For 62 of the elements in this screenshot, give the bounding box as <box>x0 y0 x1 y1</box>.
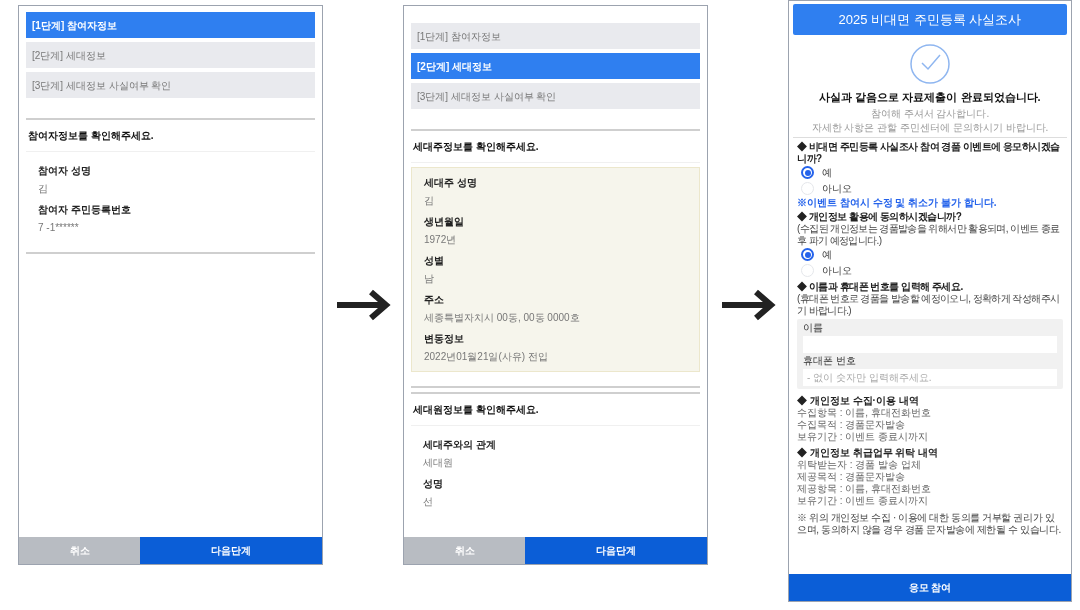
info-message: 참여해 주셔서 감사합니다. <box>870 106 990 120</box>
detail-line: 보유기간 : 이벤트 종료시까지 <box>797 430 930 443</box>
field-label: 주소 <box>424 293 445 307</box>
option-label: 예 <box>822 248 832 261</box>
section-heading: 세대주정보를 확인해주세요. <box>411 131 700 163</box>
detail-line: 수집목적 : 경품문자발송 <box>797 418 907 431</box>
detail-line: 수집항목 : 이름, 휴대전화번호 <box>797 406 932 419</box>
footnote: ※ 위의 개인정보 수집 · 이용에 대한 동의를 거부할 권리가 있으며, 동의하지 않을 경우 경품 문자발송에 제한될 수 있습니다. <box>797 511 1062 536</box>
next-button[interactable]: 다음단계 <box>525 537 707 564</box>
detail-heading: ◆ 개인정보 수집·이용 내역 <box>797 394 920 407</box>
page-header: 2025 비대면 주민등록 사실조사 <box>793 4 1067 35</box>
step-tab[interactable]: [1단계] 참여자정보 <box>411 23 700 49</box>
section-heading: 세대원정보를 확인해주세요. <box>411 394 700 426</box>
arrow-icon <box>335 288 391 322</box>
field-value: 7 -1****** <box>38 221 80 235</box>
step-tab[interactable]: [2단계] 세대정보 <box>26 42 315 68</box>
option-label: 아니오 <box>822 182 852 195</box>
field-value: 세대원 <box>423 456 454 470</box>
question-note: (휴대폰 번호로 경품을 발송할 예정이오니, 정확하게 작성해주시기 바랍니다.) <box>797 292 1061 317</box>
detail-line: 위탁받는자 : 경품 발송 업체 <box>797 458 922 471</box>
option-label: 아니오 <box>822 264 852 277</box>
detail-line: 제공항목 : 이름, 휴대전화번호 <box>797 482 932 495</box>
field-value: 1972년 <box>424 233 458 247</box>
input-field[interactable]: - 없이 숫자만 입력해주세요. <box>803 368 1057 386</box>
info-message: 자세한 사항은 관할 주민센터에 문의하시기 바랍니다. <box>811 120 1049 134</box>
field-value: 2022년01월21일(사유) 전입 <box>424 350 549 364</box>
question-text: ◆ 개인정보 활용에 동의하시겠습니까? <box>797 210 963 223</box>
step-tab[interactable]: [2단계] 세대정보 <box>411 53 700 79</box>
step-tab[interactable]: [1단계] 참여자정보 <box>26 12 315 38</box>
step-tab[interactable]: [3단계] 세대정보 사실여부 확인 <box>26 72 315 98</box>
radio-button[interactable] <box>801 166 814 179</box>
field-label: 참여자 성명 <box>38 164 92 178</box>
field-value: 세종특별자치시 00동, 00동 0000호 <box>424 311 581 325</box>
detail-heading: ◆ 개인정보 취급업무 위탁 내역 <box>797 446 940 459</box>
next-button[interactable]: 다음단계 <box>140 537 322 564</box>
field-value: 김 <box>424 194 435 208</box>
warning-text: ※이벤트 참여시 수정 및 취소가 불가 합니다. <box>797 196 998 209</box>
field-value: 선 <box>423 495 434 509</box>
input-label: 이름 <box>803 321 824 334</box>
arrow-icon <box>720 288 776 322</box>
field-label: 변동정보 <box>424 332 465 346</box>
field-label: 세대주 성명 <box>424 176 478 190</box>
question-note: (수집된 개인정보는 경품발송을 위해서만 활용되며, 이벤트 종료 후 파기 예정입니다.) <box>797 222 1061 247</box>
option-label: 예 <box>822 166 832 179</box>
completion-title: 사실과 같음으로 자료제출이 완료되었습니다. <box>819 90 1041 105</box>
field-label: 성명 <box>423 477 444 491</box>
radio-button[interactable] <box>801 248 814 261</box>
check-circle-icon <box>909 43 951 85</box>
question-text: ◆ 비대면 주민등록 사실조사 참여 경품 이벤트에 응모하시겠습니까? <box>797 140 1061 165</box>
field-label: 생년월일 <box>424 215 465 229</box>
field-value: 김 <box>38 182 49 196</box>
apply-button[interactable]: 응모 참여 <box>789 574 1071 601</box>
section-heading: 참여자정보를 확인해주세요. <box>26 120 315 152</box>
input-label: 휴대폰 번호 <box>803 354 857 367</box>
detail-line: 보유기간 : 이벤트 종료시까지 <box>797 494 930 507</box>
question-text: ◆ 이름과 휴대폰 번호를 입력해 주세요. <box>797 280 964 293</box>
detail-line: 제공목적 : 경품문자발송 <box>797 470 907 483</box>
field-label: 참여자 주민등록번호 <box>38 203 132 217</box>
field-label: 세대주와의 관계 <box>423 438 497 452</box>
step-tab[interactable]: [3단계] 세대정보 사실여부 확인 <box>411 83 700 109</box>
field-label: 성별 <box>424 254 445 268</box>
field-value: 남 <box>424 272 435 286</box>
